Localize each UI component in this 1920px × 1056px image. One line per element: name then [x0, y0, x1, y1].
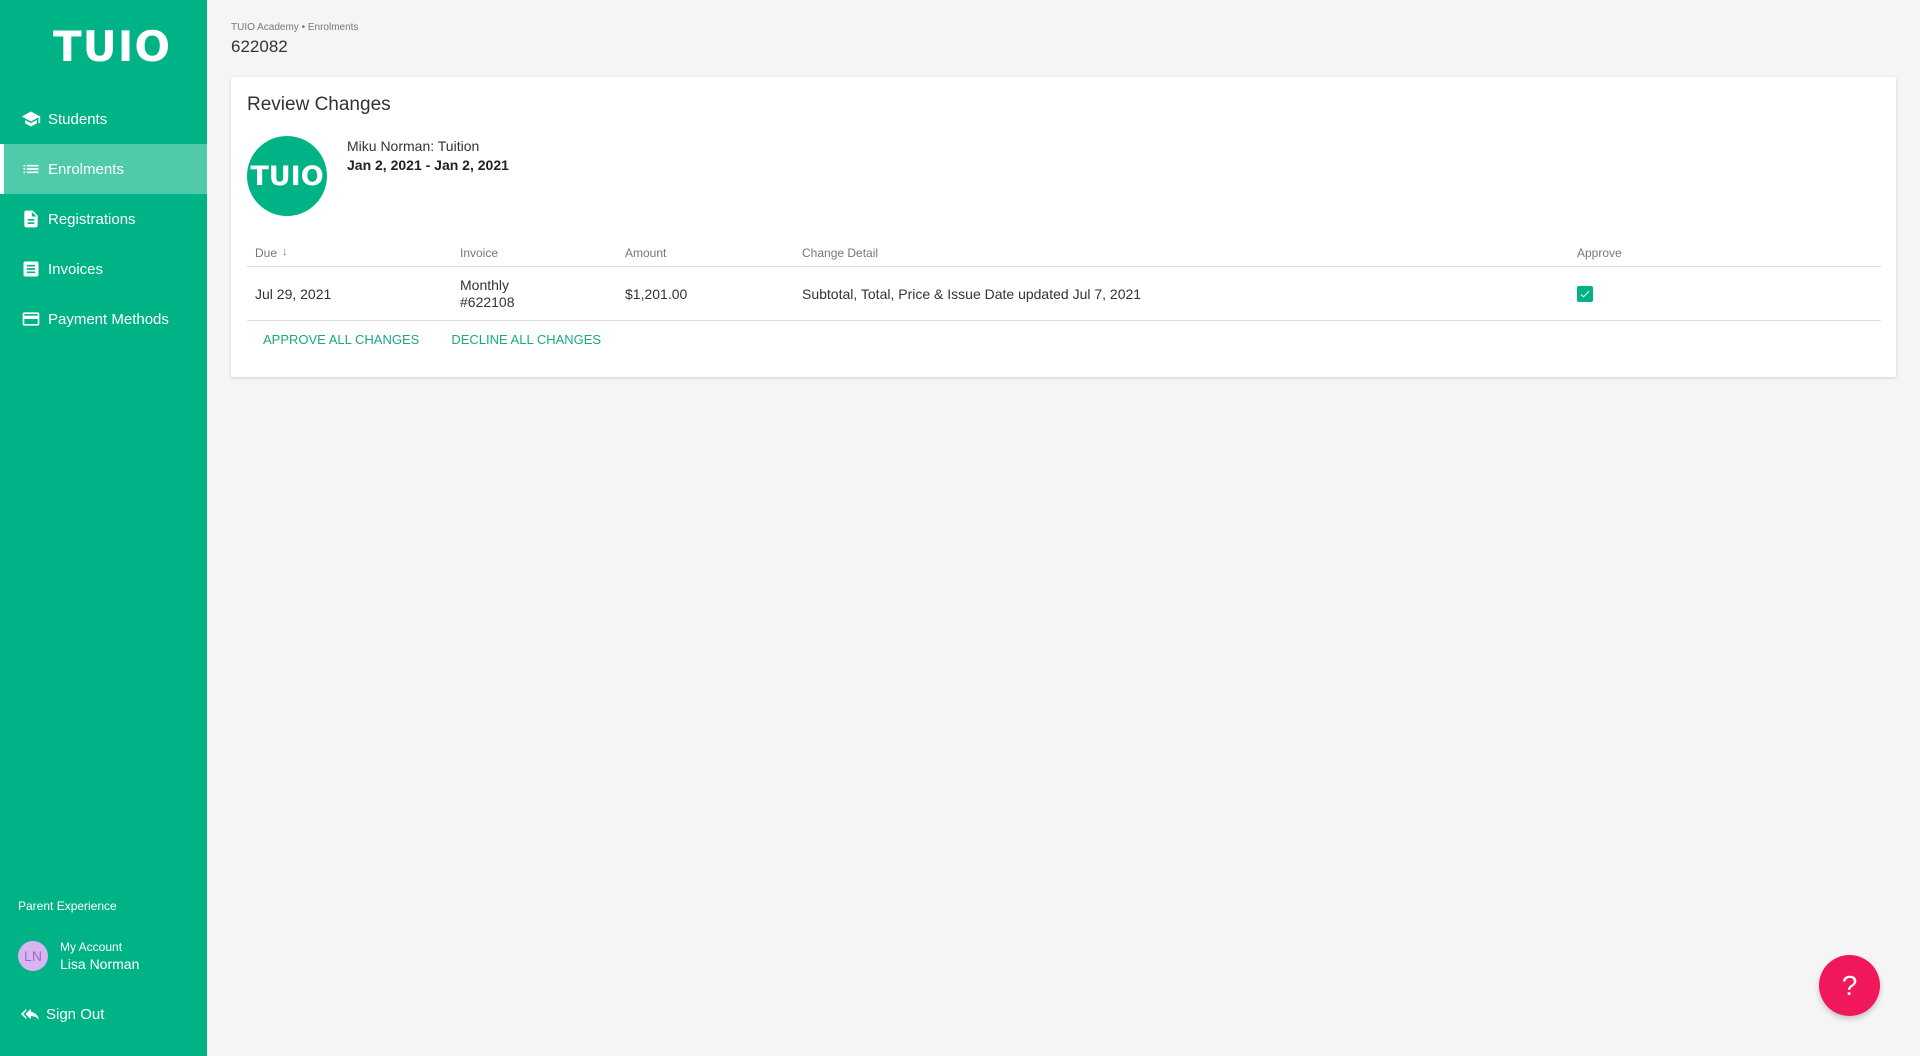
card-title: Review Changes	[247, 94, 391, 115]
sidebar-item-label: Enrolments	[48, 160, 124, 178]
enrolment-dates: Jan 2, 2021 - Jan 2, 2021	[347, 157, 509, 173]
sidebar-item-invoices[interactable]: Invoices	[0, 244, 207, 294]
column-header-change-detail: Change Detail	[802, 246, 879, 260]
page-title: 622082	[231, 37, 288, 56]
graduation-cap-icon	[20, 108, 42, 130]
sidebar-item-enrolments[interactable]: Enrolments	[0, 144, 207, 194]
invoice-icon	[20, 258, 42, 280]
change-detail-cell: Subtotal, Total, Price & Issue Date upda…	[802, 285, 1142, 302]
enrolment-name: Miku Norman: Tuition	[347, 138, 480, 154]
table-row: Jul 29, 2021 Monthly #622108 $1,201.00 S…	[247, 267, 1881, 321]
document-icon	[20, 208, 42, 230]
sidebar: TUIO Students Enrolments Registrations I…	[0, 0, 207, 1056]
invoice-cell[interactable]: Monthly #622108	[460, 267, 515, 320]
column-header-amount: Amount	[625, 246, 667, 260]
invoice-number: #622108	[460, 293, 515, 310]
table-header: Due ↓ Invoice Amount Change Detail Appro…	[247, 241, 1881, 267]
credit-card-icon	[20, 308, 42, 330]
my-account-link[interactable]: LN My Account Lisa Norman	[18, 940, 139, 972]
sidebar-item-label: Invoices	[48, 260, 104, 278]
changes-table: Due ↓ Invoice Amount Change Detail Appro…	[247, 241, 1881, 321]
page-header: TUIO Academy • Enrolments 622082	[231, 22, 358, 57]
due-date-cell: Jul 29, 2021	[255, 285, 332, 302]
decline-all-changes-button[interactable]: DECLINE ALL CHANGES	[435, 326, 617, 353]
sidebar-item-label: Students	[48, 110, 108, 128]
sign-out-button[interactable]: Sign Out	[18, 1005, 104, 1023]
card-actions: APPROVE ALL CHANGES DECLINE ALL CHANGES	[247, 326, 617, 353]
sign-out-label: Sign Out	[46, 1005, 105, 1023]
sidebar-nav: Students Enrolments Registrations Invoic…	[0, 94, 207, 344]
sidebar-item-label: Payment Methods	[48, 310, 169, 328]
column-header-approve: Approve	[1577, 246, 1622, 260]
invoice-type: Monthly	[460, 276, 510, 293]
help-button[interactable]: ?	[1819, 955, 1880, 1016]
account-name: Lisa Norman	[60, 956, 140, 972]
sidebar-item-payment-methods[interactable]: Payment Methods	[0, 294, 207, 344]
sidebar-item-registrations[interactable]: Registrations	[0, 194, 207, 244]
avatar: LN	[18, 941, 48, 971]
amount-cell: $1,201.00	[625, 285, 688, 302]
sort-arrow-down-icon: ↓	[282, 246, 288, 258]
enrolment-info: Miku Norman: Tuition Jan 2, 2021 - Jan 2…	[347, 138, 509, 173]
approve-cell	[1577, 267, 1593, 320]
my-account-label: My Account	[60, 940, 123, 954]
enrolment-logo: TUIO	[247, 136, 327, 216]
approve-all-changes-button[interactable]: APPROVE ALL CHANGES	[247, 326, 435, 353]
sidebar-item-label: Registrations	[48, 210, 136, 228]
approve-checkbox[interactable]	[1577, 285, 1593, 302]
checkmark-icon	[1580, 290, 1590, 297]
help-icon: ?	[1841, 969, 1858, 1001]
sidebar-footer-title: Parent Experience	[18, 899, 117, 913]
tuio-logo[interactable]: TUIO	[53, 22, 171, 72]
breadcrumb[interactable]: TUIO Academy • Enrolments	[231, 22, 358, 33]
column-header-due[interactable]: Due ↓	[255, 241, 288, 266]
column-header-invoice: Invoice	[460, 246, 499, 260]
list-icon	[20, 158, 42, 180]
review-changes-card: Review Changes TUIO Miku Norman: Tuition…	[231, 77, 1896, 377]
sidebar-item-students[interactable]: Students	[0, 94, 207, 144]
reply-all-icon	[21, 1008, 39, 1020]
